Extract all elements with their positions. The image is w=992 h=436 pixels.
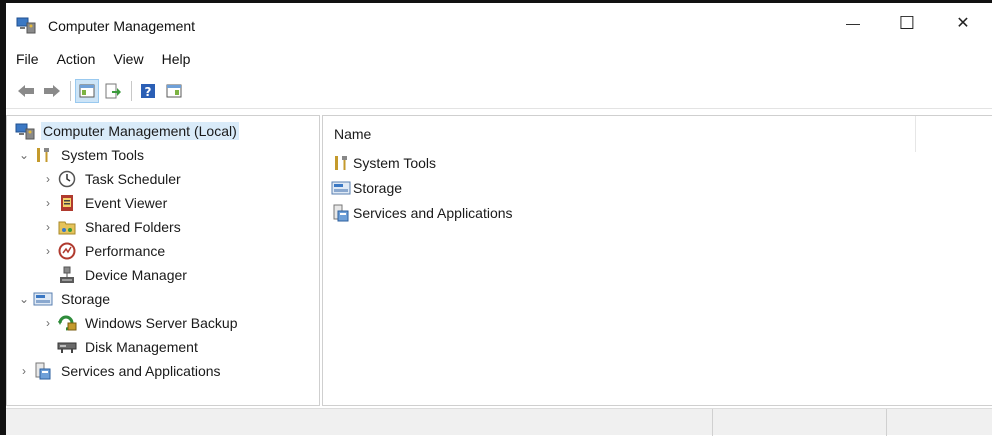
list-header: Name <box>323 116 992 152</box>
services-icon <box>331 204 351 222</box>
tree-item-label: Event Viewer <box>85 195 168 211</box>
tree-item-services-and-applications[interactable]: › Services and Applications <box>15 359 223 383</box>
maximize-button[interactable]: ☐ <box>884 3 930 43</box>
show-hide-console-tree-button[interactable] <box>75 79 99 103</box>
forward-button[interactable] <box>40 79 64 103</box>
chevron-right-icon[interactable]: › <box>39 172 57 186</box>
close-icon: ✕ <box>956 15 970 32</box>
show-hide-action-pane-icon <box>166 84 182 98</box>
tools-icon <box>33 146 53 164</box>
event-viewer-icon <box>57 194 77 212</box>
back-arrow-icon <box>18 85 34 97</box>
services-icon <box>33 362 53 380</box>
tree-item-label: Storage <box>61 291 111 307</box>
status-bar <box>6 408 992 436</box>
chevron-right-icon[interactable]: › <box>39 220 57 234</box>
chevron-right-icon[interactable]: › <box>39 244 57 258</box>
tree-item-system-tools[interactable]: ⌄ System Tools <box>15 143 146 167</box>
back-button[interactable] <box>14 79 38 103</box>
performance-icon <box>57 242 77 260</box>
storage-icon <box>331 179 351 197</box>
export-list-icon <box>105 83 121 99</box>
svg-text:?: ? <box>145 85 152 99</box>
menu-file[interactable]: File <box>16 51 39 67</box>
list-item-label: Services and Applications <box>353 205 513 221</box>
toolbar-separator <box>131 81 132 101</box>
storage-icon <box>33 290 53 308</box>
tree-item-label: Task Scheduler <box>85 171 181 187</box>
tree-item-label: Device Manager <box>85 267 187 283</box>
tree-item-storage[interactable]: ⌄ Storage <box>15 287 112 311</box>
column-separator[interactable] <box>915 116 916 152</box>
forward-arrow-icon <box>44 85 60 97</box>
close-button[interactable]: ✕ <box>940 3 986 43</box>
help-button[interactable]: ? <box>136 79 160 103</box>
tree-item-label: Services and Applications <box>61 363 221 379</box>
menu-view[interactable]: View <box>113 51 143 67</box>
tree-item-label: Computer Management (Local) <box>41 122 239 140</box>
help-icon: ? <box>141 84 155 99</box>
minimize-icon: — <box>846 15 860 31</box>
maximize-icon: ☐ <box>898 12 916 33</box>
tree-item-label: Shared Folders <box>85 219 181 235</box>
menu-bar: File Action View Help <box>6 46 208 72</box>
toolbar-separator <box>70 81 71 101</box>
tree-item-label: System Tools <box>61 147 144 163</box>
tree-item-event-viewer[interactable]: › Event Viewer <box>39 191 169 215</box>
details-pane[interactable]: Name System Tools Storage Services and A… <box>322 115 992 406</box>
toolbar-divider <box>6 108 992 109</box>
tree-item-label: Performance <box>85 243 166 259</box>
chevron-right-icon[interactable]: › <box>15 364 33 378</box>
disk-icon <box>57 338 77 356</box>
status-bar-separator <box>712 409 713 436</box>
tree-item-label: Disk Management <box>85 339 198 355</box>
list-item-storage[interactable]: Storage <box>331 177 402 199</box>
tools-icon <box>331 154 351 172</box>
computer-management-icon <box>16 16 36 37</box>
show-hide-action-pane-button[interactable] <box>162 79 186 103</box>
list-item-services-and-applications[interactable]: Services and Applications <box>331 202 513 224</box>
status-bar-separator <box>886 409 887 436</box>
window-title: Computer Management <box>48 18 196 34</box>
show-hide-console-tree-icon <box>79 84 95 98</box>
list-item-label: System Tools <box>353 155 436 171</box>
title-bar[interactable]: Computer Management — ☐ ✕ <box>6 3 992 43</box>
chevron-down-icon[interactable]: ⌄ <box>15 292 33 306</box>
chevron-right-icon[interactable]: › <box>39 196 57 210</box>
list-item-system-tools[interactable]: System Tools <box>331 152 436 174</box>
minimize-button[interactable]: — <box>830 3 876 43</box>
tree-item-device-manager[interactable]: Device Manager <box>39 263 189 287</box>
tree-item-label: Windows Server Backup <box>85 315 238 331</box>
export-list-button[interactable] <box>101 79 125 103</box>
toolbar: ? <box>6 76 992 106</box>
console-tree[interactable]: Computer Management (Local) ⌄ System Too… <box>6 115 320 406</box>
chevron-right-icon[interactable]: › <box>39 316 57 330</box>
menu-action[interactable]: Action <box>57 51 96 67</box>
chevron-down-icon[interactable]: ⌄ <box>15 148 33 162</box>
tree-item-performance[interactable]: › Performance <box>39 239 167 263</box>
tree-item-disk-management[interactable]: Disk Management <box>39 335 200 359</box>
backup-icon <box>57 314 77 332</box>
shared-folder-icon <box>57 218 77 236</box>
tree-item-shared-folders[interactable]: › Shared Folders <box>39 215 183 239</box>
clock-icon <box>57 170 77 188</box>
computer-management-icon <box>15 122 35 140</box>
tree-item-windows-server-backup[interactable]: › Windows Server Backup <box>39 311 240 335</box>
list-item-label: Storage <box>353 180 403 196</box>
device-manager-icon <box>57 266 77 284</box>
column-header-name[interactable]: Name <box>323 126 371 142</box>
tree-item-root[interactable]: Computer Management (Local) <box>15 119 239 143</box>
menu-help[interactable]: Help <box>162 51 191 67</box>
tree-item-task-scheduler[interactable]: › Task Scheduler <box>39 167 183 191</box>
